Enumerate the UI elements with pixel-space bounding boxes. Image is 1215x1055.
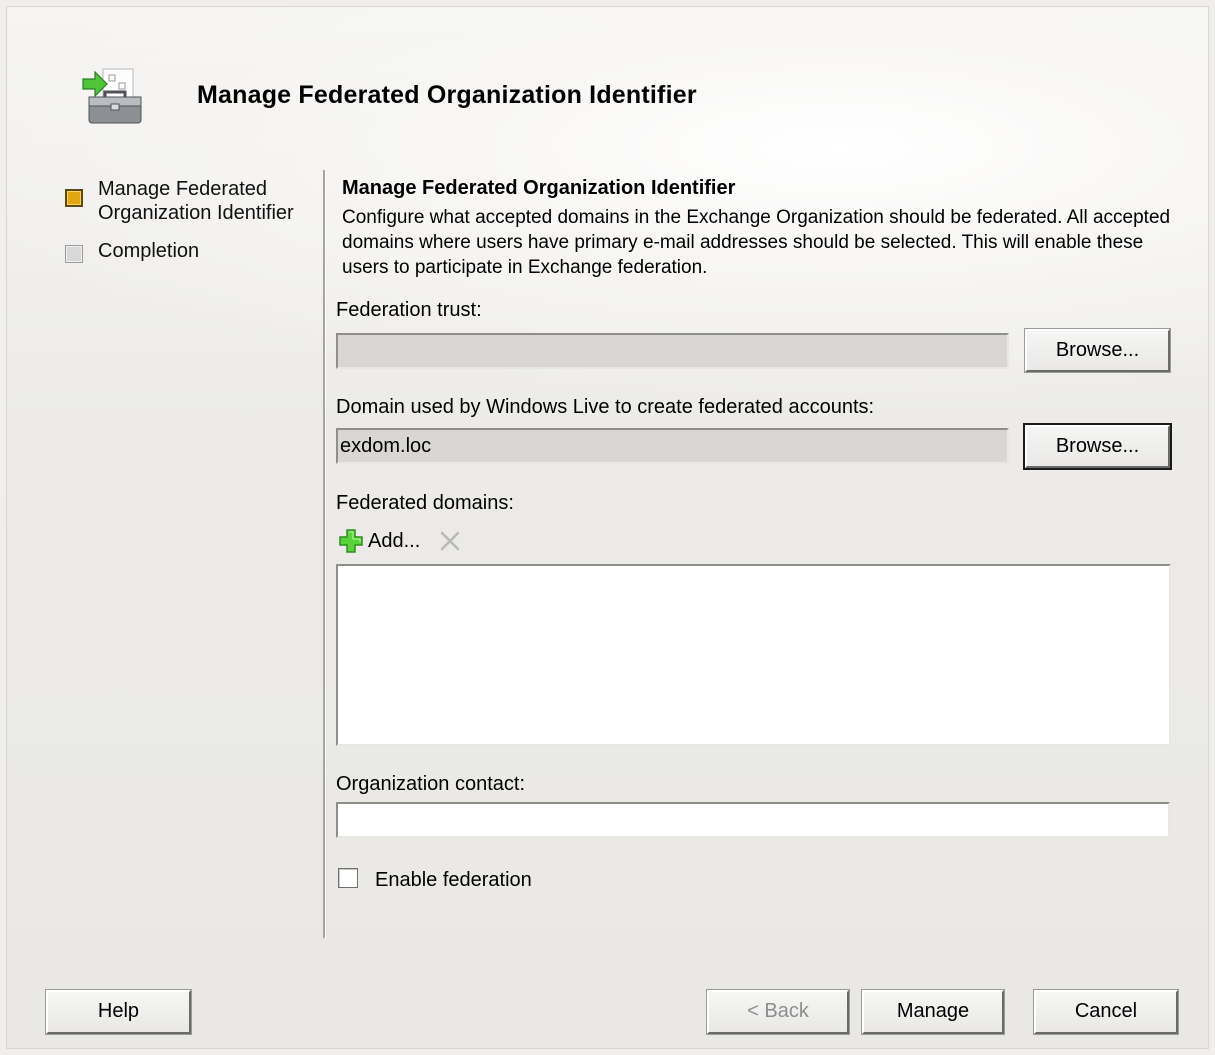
remove-x-icon[interactable] bbox=[438, 529, 462, 553]
inactive-step-icon bbox=[65, 245, 83, 263]
section-description: Configure what accepted domains in the E… bbox=[342, 207, 1171, 278]
vertical-divider bbox=[323, 170, 326, 938]
federation-trust-browse-button[interactable]: Browse... bbox=[1024, 328, 1171, 373]
toolbox-with-arrow-icon bbox=[82, 68, 142, 124]
add-domain-label: Add... bbox=[368, 529, 421, 552]
federated-domains-label: Federated domains: bbox=[336, 492, 514, 514]
federation-trust-label: Federation trust: bbox=[336, 299, 482, 321]
windows-live-domain-field[interactable]: exdom.loc bbox=[336, 428, 1009, 464]
manage-button[interactable]: Manage bbox=[861, 989, 1005, 1035]
wizard-window: Manage Federated Organization Identifier… bbox=[6, 6, 1209, 1049]
organization-contact-field[interactable] bbox=[336, 802, 1170, 838]
federation-trust-field[interactable] bbox=[336, 333, 1009, 369]
add-domain-button[interactable]: Add... bbox=[338, 528, 420, 554]
step-label: Manage Federated Organization Identifier bbox=[98, 178, 294, 224]
back-button[interactable]: < Back bbox=[706, 989, 850, 1035]
step-manage-identifier: Manage Federated Organization Identifier bbox=[65, 177, 315, 225]
enable-federation-checkbox[interactable] bbox=[338, 868, 358, 888]
cancel-button[interactable]: Cancel bbox=[1033, 989, 1179, 1035]
enable-federation-label[interactable]: Enable federation bbox=[375, 869, 532, 892]
plus-icon bbox=[339, 529, 363, 553]
help-button[interactable]: Help bbox=[45, 989, 192, 1035]
section-title: Manage Federated Organization Identifier bbox=[342, 177, 736, 199]
windows-live-domain-label: Domain used by Windows Live to create fe… bbox=[336, 396, 875, 418]
organization-contact-label: Organization contact: bbox=[336, 773, 525, 795]
step-label: Completion bbox=[98, 240, 200, 262]
active-step-icon bbox=[65, 189, 83, 207]
federated-domains-toolbar: Add... bbox=[338, 525, 462, 557]
wizard-title: Manage Federated Organization Identifier bbox=[197, 81, 697, 109]
federated-domains-list[interactable] bbox=[336, 564, 1171, 746]
main-content: Manage Federated Organization Identifier… bbox=[342, 175, 1177, 280]
windows-live-domain-browse-button[interactable]: Browse... bbox=[1023, 423, 1172, 470]
step-completion: Completion bbox=[65, 239, 315, 263]
wizard-steps: Manage Federated Organization Identifier… bbox=[65, 177, 315, 263]
